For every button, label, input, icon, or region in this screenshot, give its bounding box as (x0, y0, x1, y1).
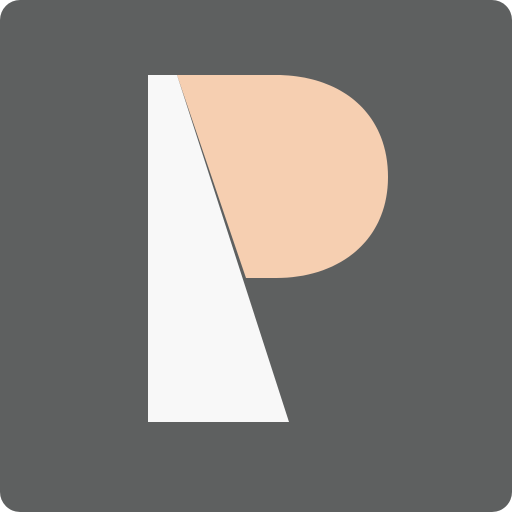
app-logo-p-icon[interactable] (0, 0, 512, 512)
logo-graphic (0, 0, 512, 512)
